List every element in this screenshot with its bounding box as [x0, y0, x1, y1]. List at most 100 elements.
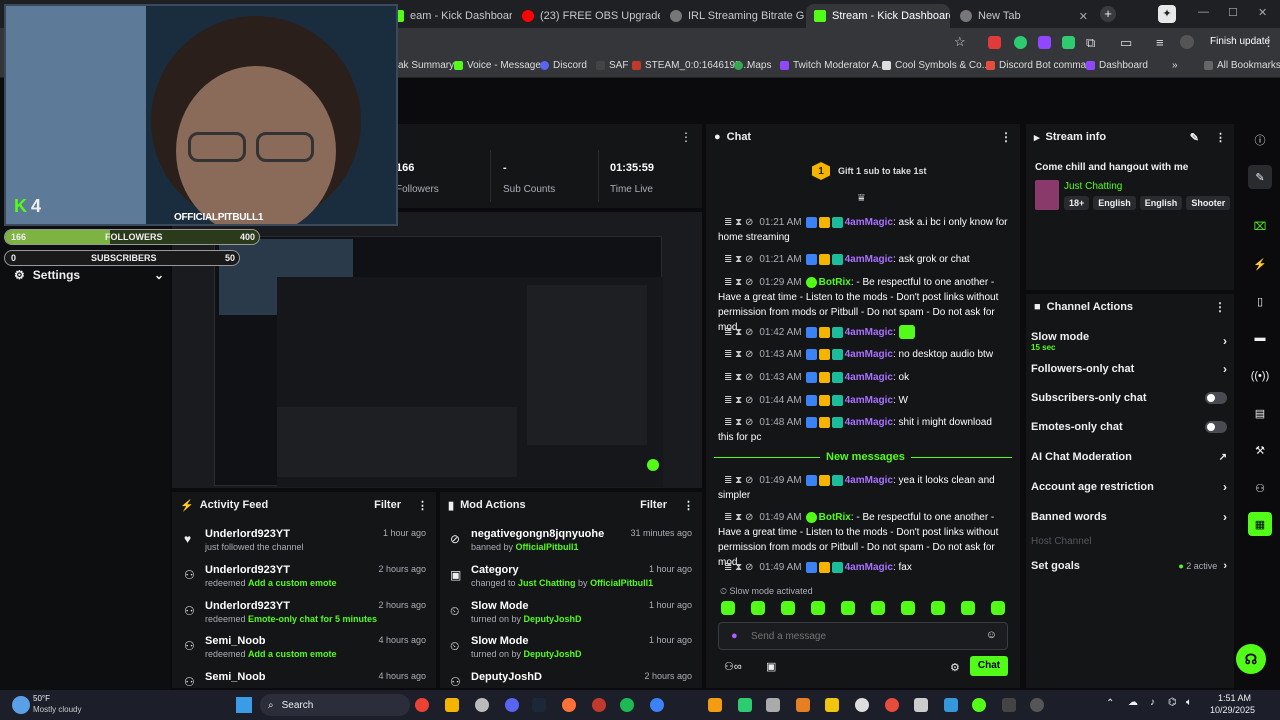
mod-menu-icon[interactable]: ⋮ — [683, 499, 694, 512]
subscribers-only-toggle[interactable] — [1205, 392, 1227, 404]
banned-words-row[interactable]: Banned words › — [1031, 510, 1227, 524]
bookmark-item[interactable]: ak Summary — [398, 60, 454, 71]
mod-tools-icon[interactable]: ≣ ⧗ ⊘ — [724, 254, 753, 265]
info-icon[interactable]: ⓘ — [1248, 128, 1272, 152]
layout-icon[interactable]: ▤ — [1248, 401, 1272, 425]
browser-menu-icon[interactable]: ⋮ — [1262, 34, 1275, 50]
mod-tools-icon[interactable]: ≣ ⧗ ⊘ — [724, 395, 753, 406]
chat-username[interactable]: 4amMagic — [845, 327, 893, 338]
taskbar-search[interactable]: ⌕ Search — [260, 694, 410, 716]
bookmark-item[interactable]: Voice - Messages — [454, 60, 546, 71]
new-tab-button[interactable]: + — [1100, 6, 1116, 22]
chat-username[interactable]: 4amMagic — [845, 395, 893, 406]
quick-emote-icon[interactable] — [841, 601, 855, 615]
clip-icon[interactable]: ⌧ — [1248, 214, 1272, 238]
chat-rail-icon[interactable]: ▬ — [1248, 326, 1272, 350]
chat-message-input[interactable] — [751, 628, 971, 644]
mod-action-link[interactable]: OfficialPitbull1 — [516, 542, 579, 552]
quick-emote-icon[interactable] — [871, 601, 885, 615]
chat-settings-gear-icon[interactable]: ⚙ — [950, 661, 960, 674]
activity-menu-icon[interactable]: ⋮ — [417, 499, 428, 512]
quick-emote-icon[interactable] — [931, 601, 945, 615]
app-taskbar-icon[interactable] — [796, 698, 810, 712]
pinned-toggle-icon[interactable]: ⩸ — [858, 192, 865, 205]
gift-icon[interactable]: ▣ — [766, 660, 776, 673]
gemini-icon[interactable]: ✦ — [1158, 5, 1176, 23]
chat-username[interactable]: 4amMagic — [845, 349, 893, 360]
mod-tools-icon[interactable]: ≣ ⧗ ⊘ — [724, 562, 753, 573]
app-taskbar-icon[interactable] — [825, 698, 839, 712]
bookmark-item[interactable]: Cool Symbols & Co... — [882, 60, 990, 71]
account-age-row[interactable]: Account age restriction › — [1031, 480, 1227, 494]
tray-mic-icon[interactable]: ♪ — [1150, 697, 1155, 708]
stream-info-menu-icon[interactable]: ⋮ — [1215, 131, 1226, 144]
document-icon[interactable]: ▯ — [1248, 289, 1272, 313]
tray-chevron-icon[interactable]: ⌃ — [1106, 698, 1114, 709]
profile-avatar[interactable] — [1180, 35, 1194, 49]
mod-tools-icon[interactable]: ≣ ⧗ ⊘ — [724, 372, 753, 383]
category-link[interactable]: Just Chatting — [1064, 181, 1122, 192]
bookmark-item[interactable]: STEAM_0:0:1646195... — [632, 60, 749, 71]
extensions-puzzle-icon[interactable]: ⧉ — [1086, 35, 1095, 51]
app-taskbar-icon[interactable] — [738, 698, 752, 712]
send-chat-button[interactable]: Chat — [970, 656, 1008, 676]
mod-filter-button[interactable]: Filter — [640, 499, 667, 511]
edit-pencil-icon[interactable]: ✎ — [1190, 131, 1199, 144]
bookmarks-overflow-icon[interactable]: » — [1172, 60, 1178, 71]
adblock-extension-icon[interactable] — [988, 36, 1001, 49]
tab-bitrate-guide[interactable]: IRL Streaming Bitrate Guide✕ — [662, 4, 804, 28]
app-taskbar-icon[interactable] — [475, 698, 489, 712]
bookmark-item[interactable]: Maps — [734, 60, 771, 71]
chat-input-box[interactable]: ● ☺ — [718, 622, 1008, 650]
channel-actions-menu-icon[interactable]: ⋮ — [1214, 300, 1226, 314]
tray-volume-icon[interactable]: 🔈︎ — [1186, 697, 1192, 708]
mod-tools-icon[interactable]: ≣ ⧗ ⊘ — [724, 277, 753, 288]
chat-users-icon[interactable]: ⚇∞ — [724, 660, 742, 673]
media-controls-icon[interactable]: ≡ — [1156, 35, 1164, 50]
vlc-taskbar-icon[interactable] — [708, 698, 722, 712]
sidebar-item-settings[interactable]: ⚙ Settings ⌄ — [14, 268, 164, 282]
quick-emote-icon[interactable] — [901, 601, 915, 615]
chat-username[interactable]: 4amMagic — [845, 372, 893, 383]
clock-time[interactable]: 1:51 AM — [1218, 693, 1251, 703]
close-window-icon[interactable]: ✕ — [1258, 6, 1267, 19]
activity-filter-button[interactable]: Filter — [374, 499, 401, 511]
quick-emote-icon[interactable] — [781, 601, 795, 615]
chat-username[interactable]: BotRix — [819, 512, 851, 523]
phone-extension-icon[interactable] — [1014, 36, 1027, 49]
quick-emote-icon[interactable] — [751, 601, 765, 615]
firefox-taskbar-icon[interactable] — [562, 698, 576, 712]
chat-username[interactable]: BotRix — [819, 277, 851, 288]
quick-emote-icon[interactable] — [961, 601, 975, 615]
mod-action-link[interactable]: Just Chatting — [518, 578, 576, 588]
mod-action-link[interactable]: DeputyJoshD — [524, 614, 582, 624]
spotify-taskbar-icon[interactable] — [620, 698, 634, 712]
chat-username[interactable]: 4amMagic — [845, 475, 893, 486]
app-taskbar-icon[interactable] — [885, 698, 899, 712]
minimize-icon[interactable]: — — [1198, 6, 1209, 18]
bookmark-item[interactable]: Twitch Moderator A... — [780, 60, 887, 71]
support-headset-icon[interactable]: ☊ — [1236, 644, 1266, 674]
chrome-taskbar-icon[interactable] — [415, 698, 429, 712]
maximize-icon[interactable]: ☐ — [1228, 6, 1238, 19]
set-goals-row[interactable]: Set goals ● 2 active › — [1031, 560, 1227, 572]
quick-emote-icon[interactable] — [721, 601, 735, 615]
close-tab-icon[interactable]: ✕ — [1079, 10, 1088, 23]
discord-taskbar-icon[interactable] — [505, 698, 519, 712]
tab-stream-dashboard[interactable]: Stream - Kick Dashboard✕ — [806, 4, 950, 28]
stream-preview[interactable] — [172, 212, 702, 488]
obs-taskbar-icon[interactable] — [1030, 698, 1044, 712]
emotes-only-toggle[interactable] — [1205, 421, 1227, 433]
file-explorer-icon[interactable] — [445, 698, 459, 712]
tray-network-icon[interactable]: ⌬ — [1168, 697, 1177, 708]
green-app-icon[interactable]: ▦ — [1248, 512, 1272, 536]
mod-tools-icon[interactable]: ≣ ⧗ ⊘ — [724, 475, 753, 486]
mod-action-link[interactable]: OfficialPitbull1 — [590, 578, 653, 588]
gift-sub-banner[interactable]: 1 Gift 1 sub to take 1st — [812, 162, 927, 180]
app-taskbar-icon[interactable] — [855, 698, 869, 712]
app-taskbar-icon[interactable] — [766, 698, 780, 712]
bookmark-item[interactable]: Discord — [540, 60, 587, 71]
mod-action-link[interactable]: DeputyJoshD — [524, 649, 582, 659]
app-taskbar-icon[interactable] — [1002, 698, 1016, 712]
quick-emote-icon[interactable] — [811, 601, 825, 615]
